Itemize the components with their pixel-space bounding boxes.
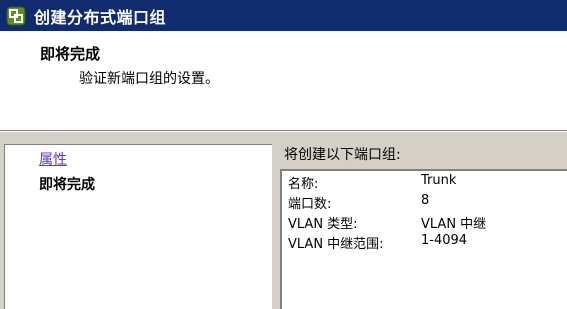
wizard-header: 即将完成 验证新端口组的设置。: [0, 31, 567, 130]
nav-step-properties[interactable]: 属性: [39, 149, 67, 169]
summary-box: 名称: Trunk 端口数: 8 VLAN 类型: VLAN 中继 VLAN 中…: [280, 169, 567, 309]
nav-step-ready-to-complete: 即将完成: [39, 177, 95, 193]
summary-value: 8: [421, 193, 430, 208]
wizard-steps-nav: 属性 即将完成: [4, 144, 272, 309]
wizard-window: 创建分布式端口组 即将完成 验证新端口组的设置。 属性 即将完成 将创建以下端口…: [0, 0, 567, 309]
summary-value: 1-4094: [421, 233, 468, 248]
summary-key: VLAN 中继范围:: [288, 237, 384, 252]
summary-pane: 将创建以下端口组: 名称: Trunk 端口数: 8 VLAN 类型: VLAN…: [280, 144, 567, 309]
step-title: 即将完成: [40, 45, 101, 63]
summary-value: Trunk: [421, 173, 457, 188]
title-bar[interactable]: 创建分布式端口组: [0, 0, 567, 31]
step-description: 验证新端口组的设置。: [79, 71, 219, 87]
vsphere-logo-icon: [6, 6, 26, 26]
header-divider: [0, 130, 567, 144]
summary-key: 端口数:: [288, 197, 332, 212]
window-title: 创建分布式端口组: [34, 7, 167, 27]
summary-heading: 将创建以下端口组:: [284, 147, 401, 163]
summary-value: VLAN 中继: [421, 217, 487, 232]
summary-key: VLAN 类型:: [288, 217, 358, 232]
summary-key: 名称:: [288, 177, 319, 192]
